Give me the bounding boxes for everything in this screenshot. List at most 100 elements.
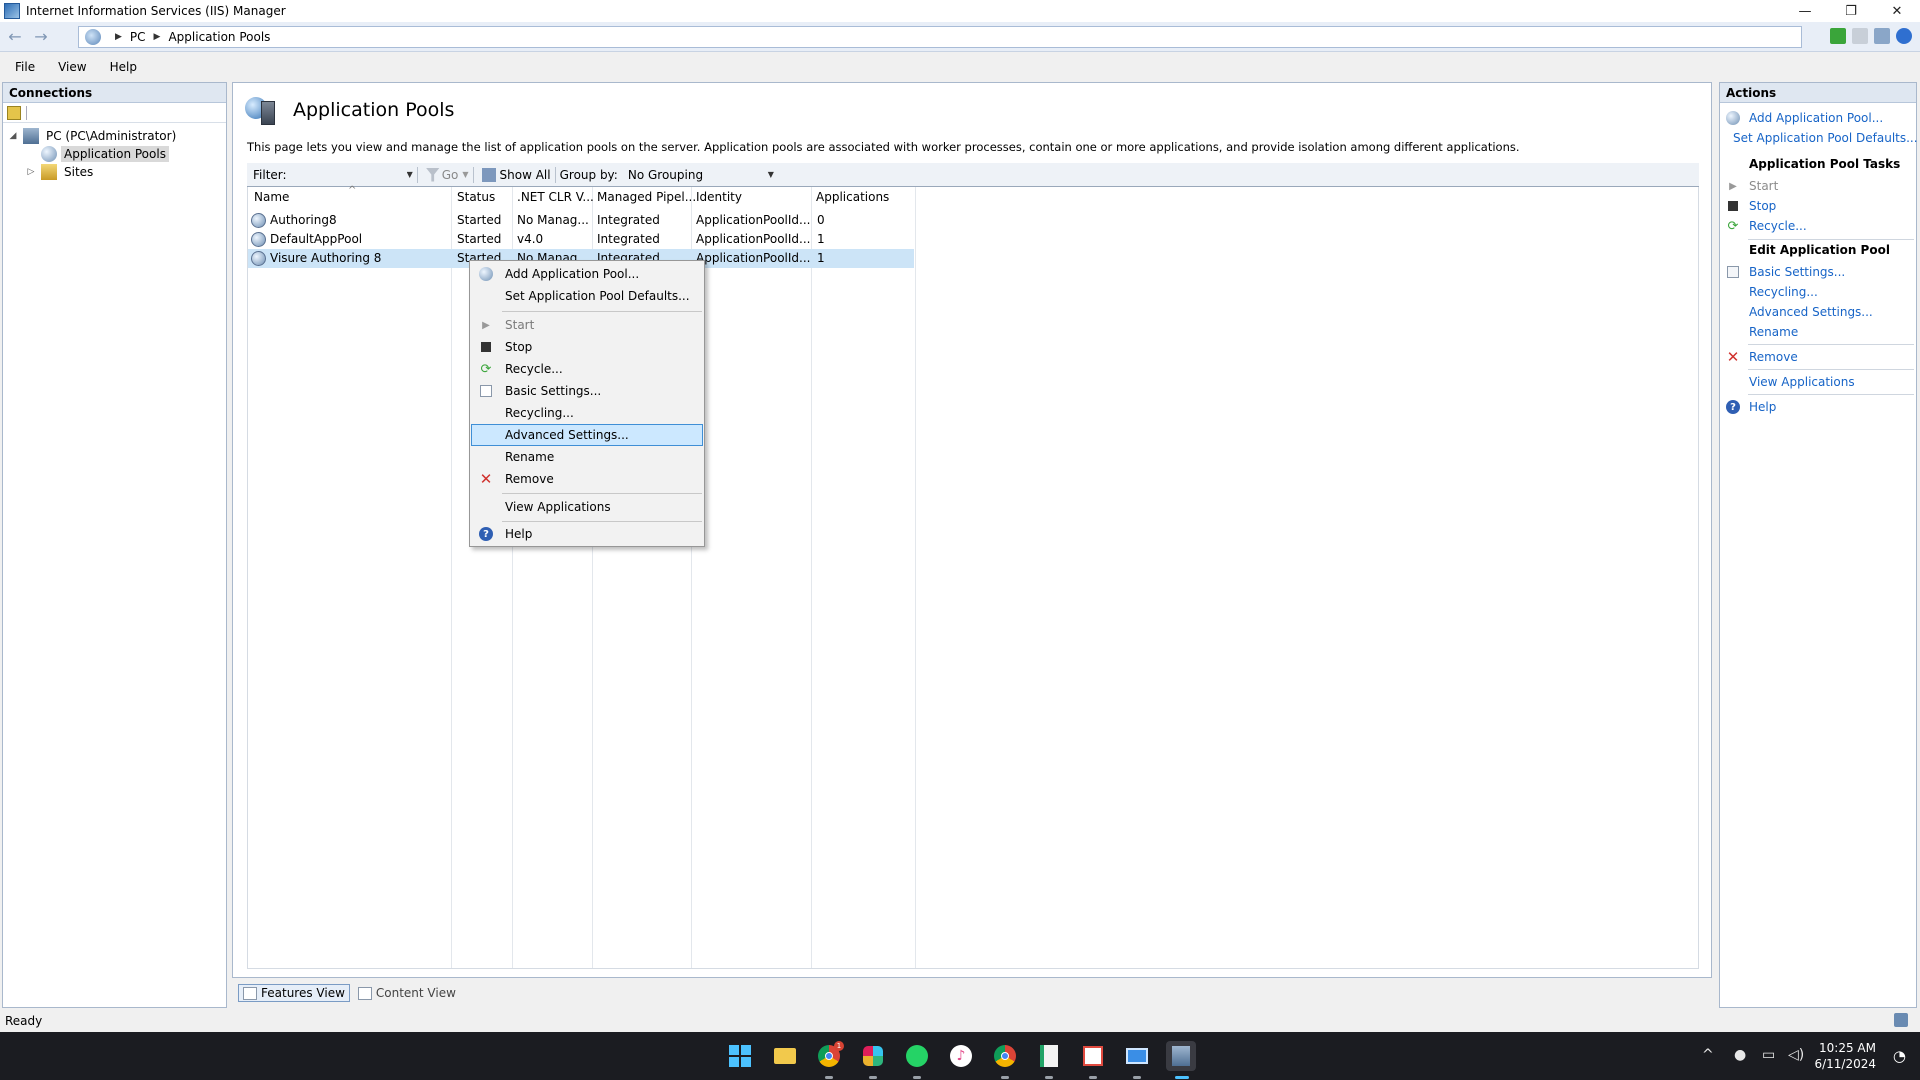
action-remove[interactable]: ✕ Remove — [1720, 348, 1916, 366]
action-view-applications[interactable]: View Applications — [1720, 373, 1916, 391]
minimize-button[interactable]: — — [1782, 0, 1828, 22]
add-pool-icon — [1725, 110, 1741, 126]
tree-item-application-pools[interactable]: Application Pools — [3, 145, 226, 163]
restore-button[interactable]: ❐ — [1828, 0, 1874, 22]
go-icon[interactable] — [1830, 28, 1846, 44]
breadcrumb-application-pools[interactable]: Application Pools — [168, 30, 270, 44]
action-recycle[interactable]: ⟳ Recycle... — [1720, 217, 1916, 235]
menu-item-rename[interactable]: Rename — [471, 446, 703, 468]
file-explorer-icon[interactable] — [770, 1041, 800, 1071]
breadcrumb-separator-icon[interactable]: ▶ — [115, 32, 122, 42]
clock[interactable]: 10:25 AM 6/11/2024 — [1814, 1040, 1876, 1072]
start-button[interactable] — [725, 1041, 755, 1071]
action-advanced-settings[interactable]: Advanced Settings... — [1720, 303, 1916, 321]
group-by-select[interactable]: No Grouping ▼ — [623, 165, 778, 184]
show-all-button[interactable]: Show All — [500, 168, 551, 182]
menu-item-remove[interactable]: ✕ Remove — [471, 468, 703, 490]
tab-features-view[interactable]: Features View — [238, 984, 350, 1002]
menu-view[interactable]: View — [43, 60, 94, 74]
tree-item-pc[interactable]: ◢ PC (PC\Administrator) — [3, 127, 226, 145]
breadcrumb[interactable]: ▶ PC ▶ Application Pools — [78, 26, 1802, 48]
menu-file[interactable]: File — [0, 60, 43, 74]
back-button[interactable]: ← — [4, 26, 26, 48]
menu-item-view-applications[interactable]: View Applications — [471, 496, 703, 518]
remote-desktop-icon[interactable] — [1122, 1041, 1152, 1071]
tab-content-view[interactable]: Content View — [354, 985, 460, 1001]
whatsapp-icon[interactable] — [902, 1041, 932, 1071]
network-icon[interactable]: ▭ — [1762, 1047, 1775, 1063]
menu-item-stop[interactable]: Stop — [471, 336, 703, 358]
action-add-application-pool[interactable]: Add Application Pool... — [1720, 109, 1916, 127]
action-rename[interactable]: Rename — [1720, 323, 1916, 341]
recycle-icon: ⟳ — [480, 361, 492, 377]
breadcrumb-separator-icon[interactable]: ▶ — [154, 32, 161, 42]
action-basic-settings[interactable]: Basic Settings... — [1720, 263, 1916, 281]
notification-bell-icon[interactable]: ◔ — [1893, 1047, 1906, 1065]
window-controls: — ❐ ✕ — [1782, 0, 1920, 22]
menu-help[interactable]: Help — [95, 60, 145, 74]
action-label: Set Application Pool Defaults... — [1733, 131, 1918, 145]
action-start[interactable]: ▶ Start — [1720, 177, 1916, 195]
breadcrumb-pc[interactable]: PC — [130, 30, 146, 44]
menu-item-help[interactable]: ? Help — [471, 523, 703, 545]
title-bar: Internet Information Services (IIS) Mana… — [0, 0, 1920, 22]
snipping-tool-icon[interactable] — [1078, 1041, 1108, 1071]
volume-icon[interactable]: ◁) — [1788, 1047, 1804, 1063]
itunes-icon[interactable]: ♪ — [946, 1041, 976, 1071]
column-header-applications[interactable]: Applications — [816, 190, 889, 204]
action-recycling[interactable]: Recycling... — [1720, 283, 1916, 301]
close-button[interactable]: ✕ — [1874, 0, 1920, 22]
forward-button[interactable]: → — [30, 26, 52, 48]
menu-item-recycling[interactable]: Recycling... — [471, 402, 703, 424]
toolbar-divider — [416, 166, 418, 183]
column-header-clr[interactable]: .NET CLR V... — [517, 190, 594, 204]
spreadsheet-icon[interactable] — [1034, 1041, 1064, 1071]
column-header-identity[interactable]: Identity — [696, 190, 742, 204]
collapse-icon[interactable]: ◢ — [7, 131, 19, 141]
expand-icon[interactable]: ▷ — [25, 167, 37, 177]
go-dropdown-icon[interactable]: ▼ — [462, 170, 468, 179]
menu-item-label: Add Application Pool... — [505, 267, 640, 281]
chevron-up-icon[interactable]: ^ — [1702, 1047, 1714, 1063]
column-header-pipeline[interactable]: Managed Pipel... — [597, 190, 696, 204]
action-set-pool-defaults[interactable]: Set Application Pool Defaults... — [1720, 129, 1918, 147]
tab-label: Content View — [375, 986, 456, 1000]
help-icon[interactable] — [1896, 28, 1912, 44]
menu-item-start[interactable]: ▶ Start — [471, 314, 703, 336]
menu-item-basic-settings[interactable]: Basic Settings... — [471, 380, 703, 402]
stop-loading-icon[interactable] — [1852, 28, 1868, 44]
table-row[interactable]: Authoring8 Started No Manag... Integrate… — [248, 211, 914, 230]
status-bar: Ready — [0, 1010, 1920, 1031]
menu-item-set-pool-defaults[interactable]: Set Application Pool Defaults... — [471, 285, 703, 307]
slack-icon[interactable] — [858, 1041, 888, 1071]
column-header-name[interactable]: Name — [254, 190, 289, 204]
notification-badge: 1 — [834, 1041, 844, 1051]
column-header-status[interactable]: Status — [457, 190, 495, 204]
menu-item-add-application-pool[interactable]: Add Application Pool... — [471, 263, 703, 285]
funnel-icon — [425, 167, 440, 182]
actions-divider — [1748, 394, 1914, 395]
filter-dropdown-icon[interactable]: ▼ — [407, 170, 413, 179]
actions-divider — [1748, 344, 1914, 345]
filter-input[interactable] — [290, 165, 407, 184]
application-pools-grid: Name ^ Status .NET CLR V... Managed Pipe… — [247, 185, 1699, 969]
chrome-icon[interactable]: 1 — [814, 1041, 844, 1071]
table-row[interactable]: DefaultAppPool Started v4.0 Integrated A… — [248, 230, 914, 249]
iis-manager-taskbar-icon[interactable] — [1166, 1041, 1196, 1071]
action-help[interactable]: ? Help — [1720, 398, 1916, 416]
cell-clr: v4.0 — [517, 232, 544, 246]
menu-item-label: Recycle... — [505, 362, 563, 376]
action-label: View Applications — [1749, 375, 1855, 389]
chrome-profile-icon[interactable] — [990, 1041, 1020, 1071]
menu-item-recycle[interactable]: ⟳ Recycle... — [471, 358, 703, 380]
tree-label: PC (PC\Administrator) — [46, 129, 177, 143]
remove-icon: ✕ — [479, 470, 493, 488]
toolbar-divider — [472, 166, 474, 183]
go-button[interactable]: Go — [442, 168, 459, 182]
menu-item-advanced-settings[interactable]: Advanced Settings... — [471, 424, 703, 446]
home-icon[interactable] — [1874, 28, 1890, 44]
microphone-icon[interactable]: ● — [1734, 1047, 1746, 1063]
action-stop[interactable]: Stop — [1720, 197, 1916, 215]
tree-item-sites[interactable]: ▷ Sites — [3, 163, 226, 181]
create-connection-icon[interactable] — [7, 105, 21, 120]
